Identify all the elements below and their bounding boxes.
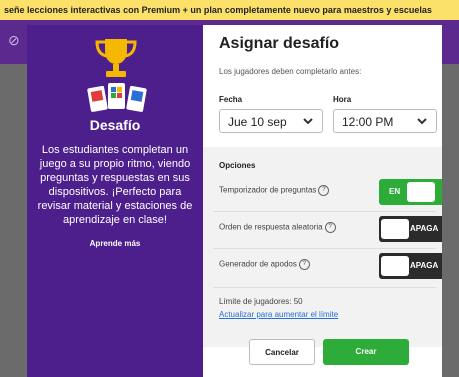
challenge-description: Los estudiantes completan un juego a su … <box>37 144 193 226</box>
timer-option-text: Temporizador de preguntas <box>219 185 317 195</box>
challenge-title: Desafío <box>89 117 141 133</box>
timer-toggle-state: EN <box>389 187 401 196</box>
random-order-toggle-state: APAGA <box>410 224 439 233</box>
divider <box>213 211 436 212</box>
nickname-generator-toggle[interactable]: APAGA <box>379 253 442 279</box>
date-value: Jue 10 sep <box>228 115 287 129</box>
help-icon[interactable]: ? <box>318 185 330 196</box>
timer-toggle[interactable]: EN <box>379 179 442 205</box>
random-order-toggle[interactable]: APAGA <box>379 216 442 242</box>
time-label: Hora <box>333 95 352 104</box>
nickname-generator-option-label: Generador de apodos? <box>219 259 310 270</box>
promo-banner[interactable]: señe lecciones interactivas con Premium … <box>0 0 459 20</box>
timer-option-label: Temporizador de preguntas? <box>219 185 330 196</box>
random-order-option-label: Orden de respuesta aleatoria? <box>219 222 336 233</box>
options-section: Opciones Temporizador de preguntas? EN O… <box>203 147 442 347</box>
assign-challenge-modal: Desafío Los estudiantes completan un jue… <box>27 25 442 377</box>
create-button[interactable]: Crear <box>323 339 409 365</box>
date-label: Fecha <box>219 95 243 104</box>
player-limit-text: Límite de jugadores: 50 <box>219 297 303 306</box>
challenge-info-panel: Desafío Los estudiantes completan un jue… <box>27 25 203 377</box>
date-select[interactable]: Jue 10 sep <box>219 109 323 133</box>
toggle-knob <box>381 219 409 239</box>
assign-form: Asignar desafío Los jugadores deben comp… <box>203 25 442 377</box>
nickname-generator-option-text: Generador de apodos <box>219 259 297 269</box>
learn-more-link[interactable]: Aprende más <box>27 239 203 248</box>
dialog-title: Asignar desafío <box>219 35 340 52</box>
chevron-down-icon <box>303 118 313 125</box>
nickname-generator-toggle-state: APAGA <box>410 261 439 270</box>
divider <box>213 248 436 249</box>
dialog-subtitle: Los jugadores deben completarlo antes: <box>219 67 362 76</box>
toggle-knob <box>407 182 435 202</box>
time-value: 12:00 PM <box>342 115 394 129</box>
options-title: Opciones <box>219 161 256 170</box>
trophy-icon <box>95 39 137 77</box>
chevron-down-icon <box>417 118 427 125</box>
compass-icon: ⊘ <box>8 32 20 48</box>
time-select[interactable]: 12:00 PM <box>333 109 437 133</box>
divider <box>213 287 436 288</box>
help-icon[interactable]: ? <box>298 259 310 270</box>
cancel-button[interactable]: Cancelar <box>249 339 315 365</box>
upgrade-limit-link[interactable]: Actualizar para aumentar el límite <box>219 310 338 319</box>
promo-banner-text: señe lecciones interactivas con Premium … <box>4 5 432 15</box>
toggle-knob <box>381 256 409 276</box>
help-icon[interactable]: ? <box>324 222 336 233</box>
random-order-option-text: Orden de respuesta aleatoria <box>219 222 323 232</box>
game-cards-icon <box>87 83 147 112</box>
